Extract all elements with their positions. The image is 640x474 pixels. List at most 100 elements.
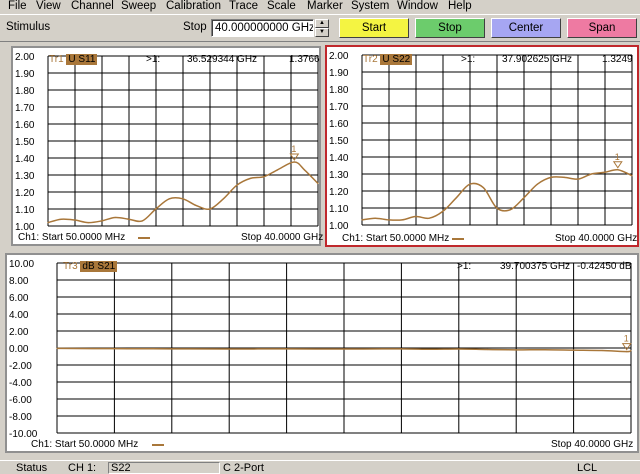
menu-marker[interactable]: Marker (307, 0, 343, 13)
spin-down-icon[interactable]: ▼ (315, 28, 329, 37)
menu-system[interactable]: System (351, 0, 389, 13)
trace-3-id: Tr3 (63, 261, 78, 272)
spin-up-icon[interactable]: ▲ (315, 19, 329, 28)
trace-point (482, 187, 484, 189)
trace-point (209, 208, 211, 210)
y-tick-label: 1.50 (15, 137, 35, 148)
y-tick-label: 1.20 (329, 187, 349, 198)
menu-trace[interactable]: Trace (229, 0, 258, 13)
trace-point (544, 349, 546, 351)
trace-2-footer-start: Ch1: Start 50.0000 MHz (342, 233, 450, 244)
trace-point (617, 169, 619, 171)
trace-point (236, 184, 238, 186)
trace-point (303, 169, 306, 171)
trace-point (114, 216, 116, 219)
trace-point (343, 348, 345, 350)
trace-2-footer-stop: Stop 40.0000 GHz (555, 233, 638, 244)
y-tick-label: 1.20 (15, 188, 35, 199)
trace-point (631, 175, 633, 177)
menu-channel[interactable]: Channel (71, 0, 114, 13)
trace-1-panel[interactable]: 2.00 1.90 1.80 1.70 1.60 1.50 1.40 1.30 1.20 1.10… (11, 46, 323, 246)
y-tick-label: 1.90 (329, 68, 349, 79)
y-tick-label: 1.80 (15, 86, 35, 97)
trace-point (428, 217, 430, 219)
trace-point (155, 208, 157, 210)
trace-point (47, 222, 49, 224)
trace-point (626, 351, 628, 353)
trace-point (457, 348, 460, 350)
y-tick-label: 1.10 (15, 205, 35, 216)
trace-point (536, 183, 538, 185)
trace-point (56, 347, 58, 350)
trace-2-id: Tr2 (363, 54, 378, 65)
status-calibration: C 2-Port (223, 462, 264, 474)
trace-3-marker-id: >1: (457, 261, 472, 272)
trace-point (577, 178, 579, 180)
trace-point (170, 348, 172, 350)
marker-label: 1 (624, 334, 629, 344)
trace-3-param[interactable]: dB S21 (80, 261, 118, 272)
trace-2-param[interactable]: U S22 (380, 54, 413, 65)
menu-view[interactable]: View (36, 0, 61, 13)
marker-icon (289, 153, 300, 161)
stimulus-label: Stimulus (6, 21, 51, 33)
center-button[interactable]: Center (491, 18, 561, 38)
y-tick-label: 1.40 (15, 154, 35, 165)
trace-1-marker-freq: 36.529344 GHz (187, 54, 258, 65)
trace-1-marker-id: >1: (146, 54, 161, 65)
trace-2-marker-freq: 37.902625 GHz (502, 54, 573, 65)
trace-1-footer-start: Ch1: Start 50.0000 MHz (18, 232, 126, 243)
y-tick-label: 2.00 (15, 52, 35, 63)
trace-2-marker-value: 1.3249 (602, 54, 633, 65)
trace-3-footer-start: Ch1: Start 50.0000 MHz (31, 439, 139, 450)
trace-point (486, 348, 488, 351)
trace-point (563, 176, 566, 178)
trace-2-panel[interactable]: 2.00 1.90 1.80 1.70 1.60 1.50 1.40 1.30 1.20 1.10… (325, 45, 639, 247)
y-tick-label: 1.10 (329, 204, 349, 215)
trace-3-plot: 10.00 8.00 6.00 4.00 2.00 0.00 -2.00 -4.00 -6.00… (9, 259, 632, 446)
trace-point (388, 219, 390, 221)
menu-window[interactable]: Window (397, 0, 438, 13)
menu-sweep[interactable]: Sweep (121, 0, 156, 13)
start-button[interactable]: Start (339, 18, 409, 38)
trace-point (141, 220, 143, 222)
stimulus-bar: Stimulus Stop 40.000000000 GHz ▲ ▼ Start… (0, 14, 640, 42)
trace-point (442, 210, 444, 212)
y-tick-label: 10.00 (9, 259, 34, 270)
trace-point (195, 205, 197, 207)
trace-point (128, 218, 130, 220)
menu-calibration[interactable]: Calibration (166, 0, 221, 13)
trace-point (249, 177, 252, 179)
trace-point (469, 183, 471, 185)
menu-file[interactable]: File (8, 0, 27, 13)
span-button[interactable]: Span (567, 18, 637, 38)
y-tick-label: 6.00 (9, 293, 29, 304)
marker-icon (612, 161, 623, 169)
stop-frequency-input[interactable]: 40.000000000 GHz (211, 19, 314, 37)
menu-help[interactable]: Help (448, 0, 472, 13)
trace-point (590, 173, 593, 175)
status-channel: CH 1: (68, 462, 97, 474)
y-tick-label: 1.60 (15, 120, 35, 131)
trace-point (515, 349, 517, 351)
trace-1-plot: 2.00 1.90 1.80 1.70 1.60 1.50 1.40 1.30 1.20 1.10… (15, 52, 319, 239)
trace-3-marker-value: -0.42450 dB (577, 261, 632, 272)
y-tick-label: 0.00 (9, 344, 29, 355)
stop-spinner[interactable]: ▲ ▼ (315, 19, 329, 37)
trace-point (572, 349, 575, 351)
status-label: Status (16, 462, 48, 474)
y-tick-label: 1.70 (15, 103, 35, 114)
trace-2-marker-id: >1: (461, 54, 476, 65)
y-tick-label: 4.00 (9, 310, 29, 321)
trace-point (415, 215, 417, 218)
trace-point (455, 197, 457, 199)
y-tick-label: 1.60 (329, 119, 349, 130)
stop-button[interactable]: Stop (415, 18, 485, 38)
menu-scale[interactable]: Scale (267, 0, 296, 13)
status-param: S22 (111, 462, 131, 474)
trace-point (74, 219, 76, 221)
trace-1-param[interactable]: U S11 (66, 54, 98, 65)
trace-3-panel[interactable]: 10.00 8.00 6.00 4.00 2.00 0.00 -2.00 -4.00 -6.00… (5, 253, 639, 453)
trace-1-marker-value: 1.3766 (289, 54, 320, 65)
y-tick-label: 2.00 (9, 327, 29, 338)
